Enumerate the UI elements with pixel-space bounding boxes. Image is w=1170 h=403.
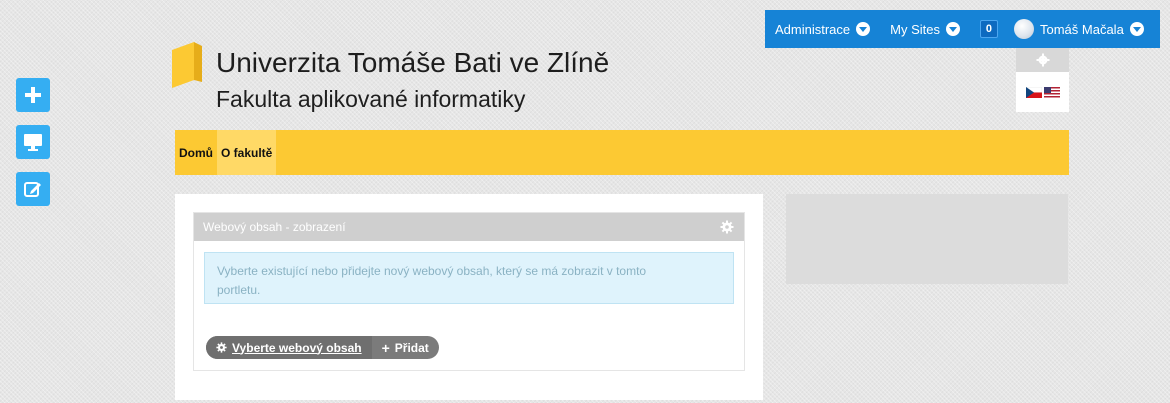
czech-flag-icon[interactable] (1025, 86, 1042, 98)
gear-icon (216, 342, 227, 353)
my-sites-menu[interactable]: My Sites (880, 10, 970, 48)
main-column: Webový obsah - zobrazení Vyberte existuj… (175, 194, 763, 400)
gear-icon (1036, 53, 1049, 67)
user-menu[interactable]: Tomáš Mačala (1008, 10, 1154, 48)
add-icon (25, 87, 41, 103)
add-web-content-button[interactable]: + Přidat (372, 336, 439, 359)
info-message-line2: portletu. (217, 283, 261, 297)
university-title: Univerzita Tomáše Bati ve Zlíně (216, 47, 610, 78)
chevron-down-icon (945, 22, 960, 36)
language-selector (1016, 72, 1069, 112)
info-message-line1: Vyberte existující nebo přidejte nový we… (217, 264, 647, 278)
add-web-content-label: Přidat (394, 340, 429, 355)
info-message: Vyberte existující nebo přidejte nový we… (204, 252, 734, 304)
nav-item-about[interactable]: O fakultě (217, 130, 277, 175)
nav-item-home[interactable]: Domů (175, 130, 217, 175)
right-column-placeholder (786, 194, 1068, 284)
gear-icon[interactable] (720, 220, 734, 234)
user-name: Tomáš Mačala (1039, 21, 1124, 37)
chevron-down-icon (856, 22, 871, 36)
select-web-content-button[interactable]: Vyberte webový obsah (206, 336, 372, 359)
main-navigation: Domů O fakultě (175, 130, 1069, 175)
portlet-title-bar: Webový obsah - zobrazení (194, 213, 744, 241)
avatar (1013, 19, 1034, 39)
portlet-actions: Vyberte webový obsah + Přidat (206, 336, 439, 359)
edit-button[interactable] (16, 172, 50, 206)
left-toolbar (16, 78, 50, 206)
us-flag-icon[interactable] (1043, 86, 1060, 98)
dockbar: Administrace My Sites 0 Tomáš Mačala (765, 10, 1160, 48)
logo-book-icon (172, 42, 202, 88)
add-button[interactable] (16, 78, 50, 112)
plus-icon: + (381, 339, 390, 356)
my-sites-label: My Sites (890, 21, 940, 37)
preview-icon (24, 134, 42, 151)
notification-count-badge: 0 (979, 20, 998, 38)
edit-icon (24, 182, 41, 197)
faculty-title: Fakulta aplikované informatiky (216, 86, 526, 112)
preview-button[interactable] (16, 125, 50, 159)
select-web-content-label: Vyberte webový obsah (232, 340, 362, 355)
admin-menu-label: Administrace (775, 21, 851, 37)
language-portlet-config[interactable] (1016, 48, 1069, 72)
portlet-title: Webový obsah - zobrazení (203, 220, 346, 234)
notifications-menu[interactable]: 0 (970, 10, 1008, 48)
admin-menu[interactable]: Administrace (765, 10, 880, 48)
chevron-down-icon (1129, 22, 1144, 36)
web-content-portlet: Webový obsah - zobrazení Vyberte existuj… (193, 212, 745, 371)
